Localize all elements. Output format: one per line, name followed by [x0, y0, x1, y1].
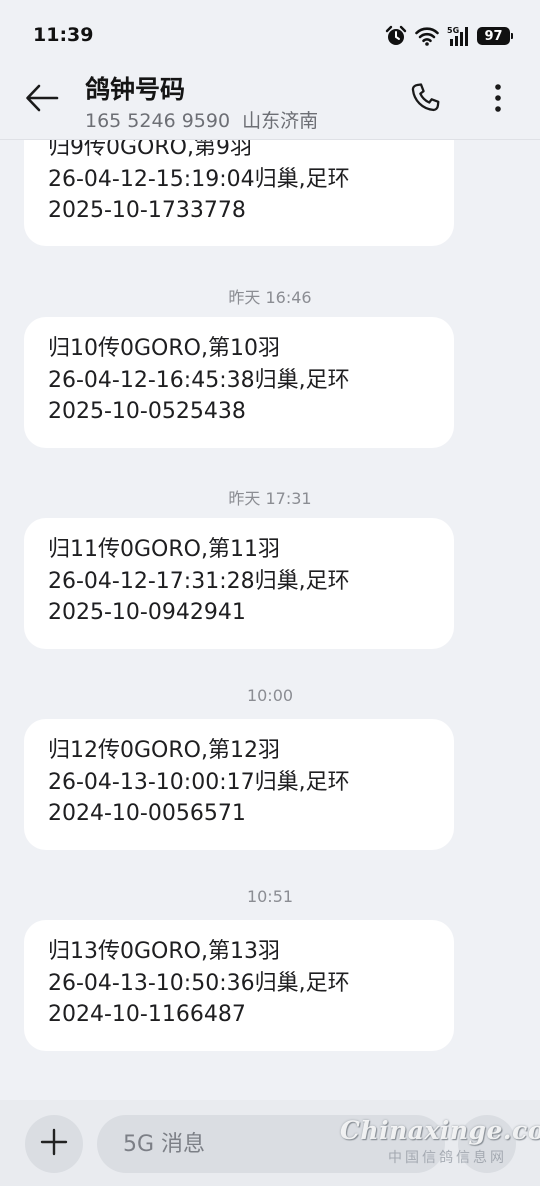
compose-bar: [0, 1100, 540, 1186]
message-line: 26-04-13-10:50:36归巢,足环: [48, 970, 350, 996]
conversation-header: 鸽钟号码 165 5246 9590 山东济南: [0, 62, 540, 140]
messaging-screen: 归9传0GORO,第9羽 26-04-12-15:19:04归巢,足环 2025…: [0, 0, 540, 1186]
contact-location: 山东济南: [242, 110, 319, 132]
battery-icon: 97: [477, 27, 513, 45]
message-bubble[interactable]: 归11传0GORO,第11羽 26-04-12-17:31:28归巢,足环 20…: [24, 518, 454, 649]
message-line: 26-04-12-16:45:38归巢,足环: [48, 367, 350, 393]
more-vert-icon: [494, 83, 502, 117]
message-line: 2024-10-1166487: [48, 1002, 246, 1027]
message-line: 26-04-13-10:00:17归巢,足环: [48, 769, 350, 795]
message-line: 2025-10-0942941: [48, 600, 246, 625]
message-line: 26-04-12-15:19:04归巢,足环: [48, 166, 350, 192]
message-bubble[interactable]: 归12传0GORO,第12羽 26-04-13-10:00:17归巢,足环 20…: [24, 719, 454, 850]
send-button[interactable]: [458, 1115, 516, 1173]
message-line: 26-04-12-17:31:28归巢,足环: [48, 568, 350, 594]
alarm-clock-icon: [385, 25, 407, 47]
message-input[interactable]: [97, 1115, 445, 1173]
add-attachment-button[interactable]: [25, 1115, 83, 1173]
status-bar: 11:39 5G 97: [0, 0, 540, 62]
back-button[interactable]: [20, 80, 64, 120]
call-button[interactable]: [404, 80, 446, 120]
message-line: 2025-10-1733778: [48, 198, 246, 223]
message-bubble[interactable]: 归10传0GORO,第10羽 26-04-12-16:45:38归巢,足环 20…: [24, 317, 454, 448]
message-timestamp: 昨天 16:46: [228, 288, 312, 307]
network-type-label: 5G: [447, 26, 459, 35]
message-line: 2024-10-0056571: [48, 801, 246, 826]
status-time: 11:39: [33, 24, 94, 46]
message-list[interactable]: 归9传0GORO,第9羽 26-04-12-15:19:04归巢,足环 2025…: [0, 0, 540, 1100]
message-line: 2025-10-0525438: [48, 399, 246, 424]
message-bubble[interactable]: 归13传0GORO,第13羽 26-04-13-10:50:36归巢,足环 20…: [24, 920, 454, 1051]
more-options-button[interactable]: [482, 80, 514, 120]
message-timestamp: 10:51: [246, 887, 294, 906]
back-arrow-icon: [25, 84, 59, 116]
header-divider: [0, 139, 540, 140]
message-line: 归13传0GORO,第13羽: [48, 939, 280, 964]
phone-icon: [408, 81, 442, 119]
contact-phone-number: 165 5246 9590: [85, 110, 231, 132]
battery-level: 97: [484, 28, 503, 44]
message-line: 归12传0GORO,第12羽: [48, 738, 280, 763]
plus-icon: [40, 1128, 68, 1160]
message-timestamp: 昨天 17:31: [228, 489, 312, 508]
message-timestamp: 10:00: [246, 686, 294, 705]
cellular-signal-icon: 5G: [447, 25, 469, 47]
contact-details: 165 5246 9590 山东济南: [85, 106, 318, 133]
message-line: 归10传0GORO,第10羽: [48, 336, 280, 361]
message-line: 归11传0GORO,第11羽: [48, 537, 280, 562]
wifi-icon: [415, 26, 439, 46]
contact-name: 鸽钟号码: [85, 75, 186, 104]
status-icons: 5G 97: [385, 24, 513, 48]
